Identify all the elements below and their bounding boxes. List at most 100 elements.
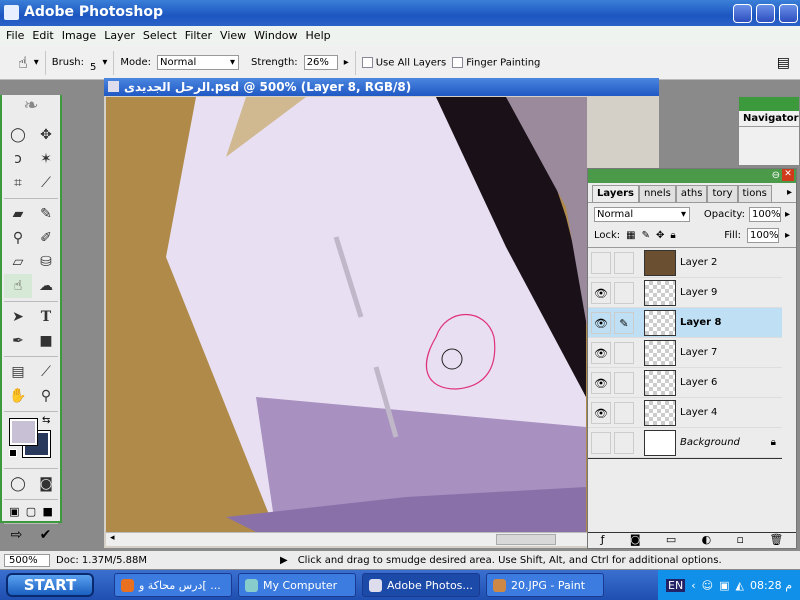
link-toggle[interactable]	[614, 341, 634, 364]
taskbar-item-paint[interactable]: 20.JPG - Paint	[486, 573, 604, 597]
menu-view[interactable]: View	[218, 26, 252, 46]
layer-row[interactable]: 👁︎ Layer 7	[588, 338, 782, 368]
brush-tool-icon[interactable]: ✎	[32, 202, 60, 226]
minimize-button[interactable]	[733, 4, 752, 23]
eraser-tool-icon[interactable]: ▱	[4, 250, 32, 274]
scrollbar-thumb[interactable]	[496, 534, 556, 545]
link-toggle[interactable]	[614, 281, 634, 304]
pen-tool-icon[interactable]: ✒	[4, 329, 32, 353]
scroll-left-icon[interactable]: ◂	[110, 533, 115, 543]
network-icon[interactable]: ▣	[719, 579, 729, 592]
history-brush-tool-icon[interactable]: ✐	[32, 226, 60, 250]
eye-icon[interactable]: 👁︎	[591, 341, 611, 364]
strength-input[interactable]: 26%	[303, 55, 338, 70]
menu-image[interactable]: Image	[60, 26, 102, 46]
screen-mode-standard-icon[interactable]: ▣	[9, 505, 19, 518]
tab-layers[interactable]: Layers	[592, 185, 639, 202]
commit-icon[interactable]: ✔	[40, 527, 52, 543]
crop-tool-icon[interactable]: ⌗	[4, 171, 32, 195]
swap-colors-icon[interactable]: ⇆	[42, 415, 50, 426]
tab-paths[interactable]: aths	[675, 185, 708, 202]
new-group-icon[interactable]: ▭	[666, 533, 676, 548]
preset-dropdown-icon[interactable]: ▾	[34, 57, 39, 68]
smudge-tool-icon[interactable]: ☝	[4, 274, 32, 298]
lock-transparency-icon[interactable]: ▦	[626, 230, 635, 241]
link-toggle[interactable]	[614, 431, 634, 454]
magic-wand-tool-icon[interactable]: ✶	[32, 147, 60, 171]
slice-tool-icon[interactable]: ⟋	[32, 171, 60, 195]
tab-history[interactable]: tory	[707, 185, 738, 202]
screen-mode-full-icon[interactable]: ■	[42, 505, 52, 518]
hand-tool-icon[interactable]: ✋	[4, 384, 32, 408]
layer-row[interactable]: Background 🔒︎	[588, 428, 782, 458]
taskbar-item-my-computer[interactable]: My Computer	[238, 573, 356, 597]
taskbar-item-photoshop[interactable]: Adobe Photos...	[362, 573, 480, 597]
horizontal-scrollbar[interactable]: ◂	[106, 532, 654, 546]
panel-minimize-icon[interactable]: ⊖	[772, 170, 780, 181]
screen-mode-full-menu-icon[interactable]: ▢	[26, 505, 36, 518]
type-tool-icon[interactable]: T	[32, 305, 60, 329]
visibility-toggle[interactable]	[591, 251, 611, 274]
layer-mask-icon[interactable]: ◙	[630, 533, 641, 548]
panel-close-icon[interactable]: ✕	[782, 169, 794, 181]
close-button[interactable]	[779, 4, 798, 23]
visibility-toggle[interactable]	[591, 431, 611, 454]
jump-to-imageready-icon[interactable]: ⇨	[11, 527, 23, 543]
opacity-input[interactable]: 100%	[748, 207, 781, 222]
image-canvas[interactable]	[106, 97, 587, 532]
clone-stamp-tool-icon[interactable]: ⚲	[4, 226, 32, 250]
fill-input[interactable]: 100%	[746, 228, 779, 243]
healing-brush-tool-icon[interactable]: ▰	[4, 202, 32, 226]
eye-icon[interactable]: 👁︎	[591, 281, 611, 304]
link-toggle[interactable]	[614, 371, 634, 394]
lasso-tool-icon[interactable]: ↄ	[4, 147, 32, 171]
panel-menu-icon[interactable]: ▸	[783, 185, 796, 202]
fill-slider-icon[interactable]: ▸	[785, 230, 790, 241]
layer-row[interactable]: Layer 2	[588, 248, 782, 278]
new-layer-icon[interactable]: ▫	[737, 533, 744, 548]
tray-app-icon[interactable]: ◭	[736, 579, 744, 592]
shape-tool-icon[interactable]: ■	[32, 329, 60, 353]
foreground-color-swatch[interactable]	[9, 418, 38, 446]
move-tool-icon[interactable]: ✥	[32, 123, 60, 147]
layer-row[interactable]: 👁︎ Layer 6	[588, 368, 782, 398]
menu-filter[interactable]: Filter	[183, 26, 218, 46]
brush-dropdown-icon[interactable]: ▾	[102, 57, 107, 68]
layer-row-selected[interactable]: 👁︎ ✎ Layer 8	[588, 308, 782, 338]
path-selection-tool-icon[interactable]: ➤	[4, 305, 32, 329]
link-toggle[interactable]	[614, 251, 634, 274]
zoom-field[interactable]: 500%	[4, 553, 50, 567]
messenger-icon[interactable]: ☺	[702, 579, 713, 592]
eyedropper-tool-icon[interactable]: ⟋	[32, 360, 60, 384]
eye-icon[interactable]: 👁︎	[591, 311, 611, 334]
menu-layer[interactable]: Layer	[102, 26, 141, 46]
layer-style-icon[interactable]: ƒ	[601, 533, 605, 548]
zoom-tool-icon[interactable]: ⚲	[32, 384, 60, 408]
palette-well-icon[interactable]: ▤	[777, 55, 790, 71]
navigator-tab[interactable]: Navigator	[739, 111, 799, 127]
lock-image-icon[interactable]: ✎	[642, 230, 650, 241]
strength-slider-arrow-icon[interactable]: ▸	[344, 57, 349, 68]
menu-help[interactable]: Help	[304, 26, 337, 46]
brush-size[interactable]: 5	[90, 52, 96, 73]
taskbar-item-firefox[interactable]: درس محاكة و[ ...	[114, 573, 232, 597]
menu-select[interactable]: Select	[141, 26, 183, 46]
status-menu-arrow-icon[interactable]: ▶	[280, 555, 288, 566]
start-button[interactable]: START	[6, 573, 94, 597]
adjustment-layer-icon[interactable]: ◐	[702, 533, 712, 548]
trash-icon[interactable]: 🗑︎	[769, 533, 783, 548]
smudge-tool-preset-icon[interactable]: ☝	[18, 53, 28, 72]
maximize-button[interactable]	[756, 4, 775, 23]
tab-actions[interactable]: tions	[737, 185, 772, 202]
use-all-layers-checkbox[interactable]: Use All Layers	[361, 56, 446, 68]
layer-row[interactable]: 👁︎ Layer 4	[588, 398, 782, 428]
tray-expand-icon[interactable]: ‹	[691, 579, 695, 592]
eye-icon[interactable]: 👁︎	[591, 401, 611, 424]
link-toggle[interactable]	[614, 401, 634, 424]
menu-edit[interactable]: Edit	[30, 26, 59, 46]
tab-channels[interactable]: nnels	[639, 185, 676, 202]
mode-select[interactable]: Normal ▾	[157, 55, 240, 70]
marquee-tool-icon[interactable]: ◯	[4, 123, 32, 147]
notes-tool-icon[interactable]: ▤	[4, 360, 32, 384]
menu-window[interactable]: Window	[252, 26, 303, 46]
